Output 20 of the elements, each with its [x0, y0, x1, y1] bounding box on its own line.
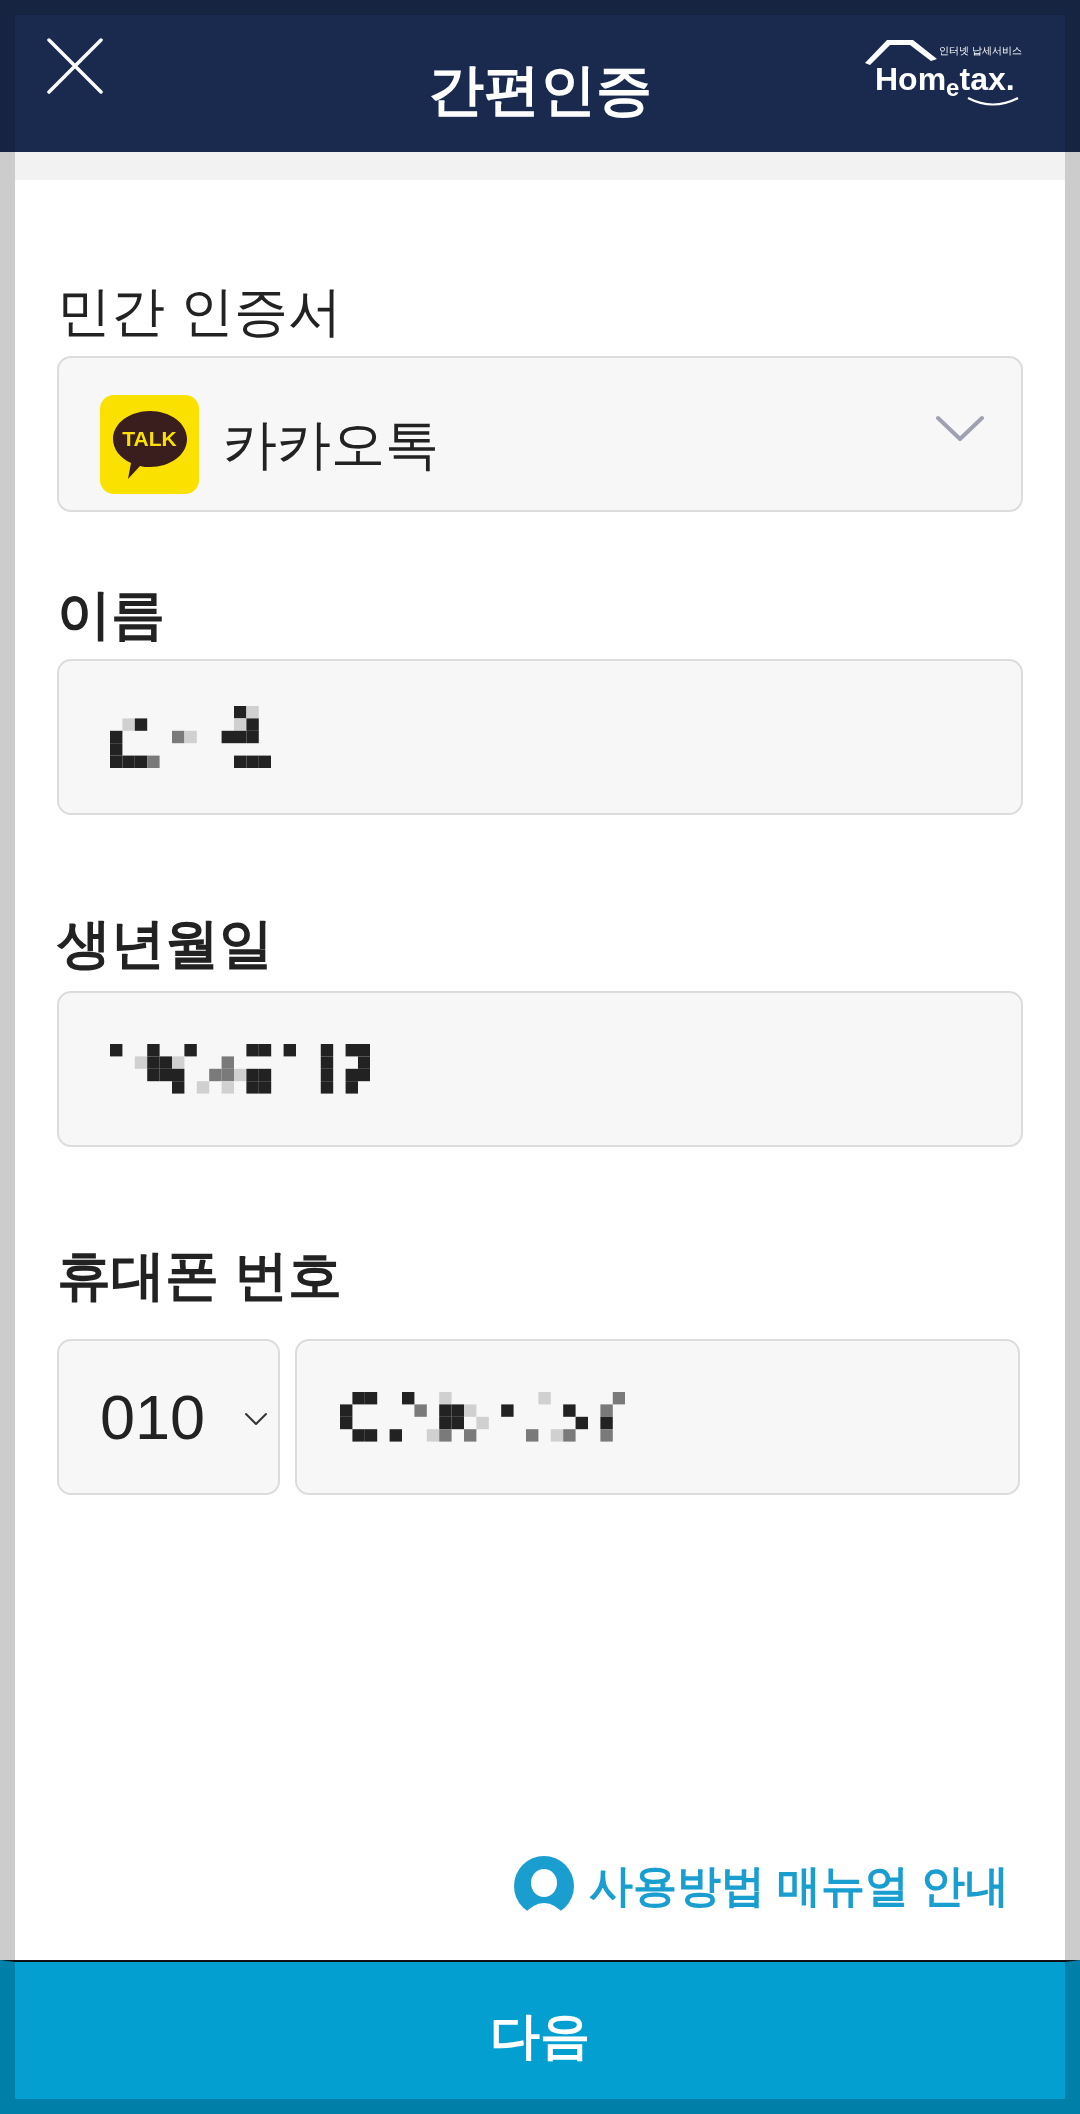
logo-text: TALK: [121, 426, 178, 451]
phone-number-field[interactable]: [295, 1339, 1020, 1495]
close-icon[interactable]: [47, 38, 103, 94]
chevron-down-icon: [935, 415, 985, 443]
field-label: 휴대폰 번호: [57, 1244, 342, 1307]
chevron-down-icon: [244, 1412, 268, 1426]
field-label: 생년월일: [57, 912, 273, 975]
field-label: 민간 인증서: [57, 280, 342, 343]
speech-bubble-icon: [112, 409, 188, 480]
person-icon: [512, 1856, 575, 1916]
field-label: 이름: [57, 583, 165, 646]
prefix-select[interactable]: 010: [57, 1339, 280, 1495]
logo-tagline: 인터넷 납세서비스: [939, 45, 1022, 57]
input-field[interactable]: [57, 659, 1023, 815]
swoosh-icon: [967, 97, 1019, 107]
house-roof-icon: [865, 39, 937, 65]
input-field[interactable]: [57, 991, 1023, 1147]
page-title: 간편인증: [428, 57, 652, 123]
certificate-select[interactable]: TALK 카카오톡: [57, 356, 1023, 512]
logo-wordmark: Hom$_{e}$tax.: [875, 63, 1016, 95]
